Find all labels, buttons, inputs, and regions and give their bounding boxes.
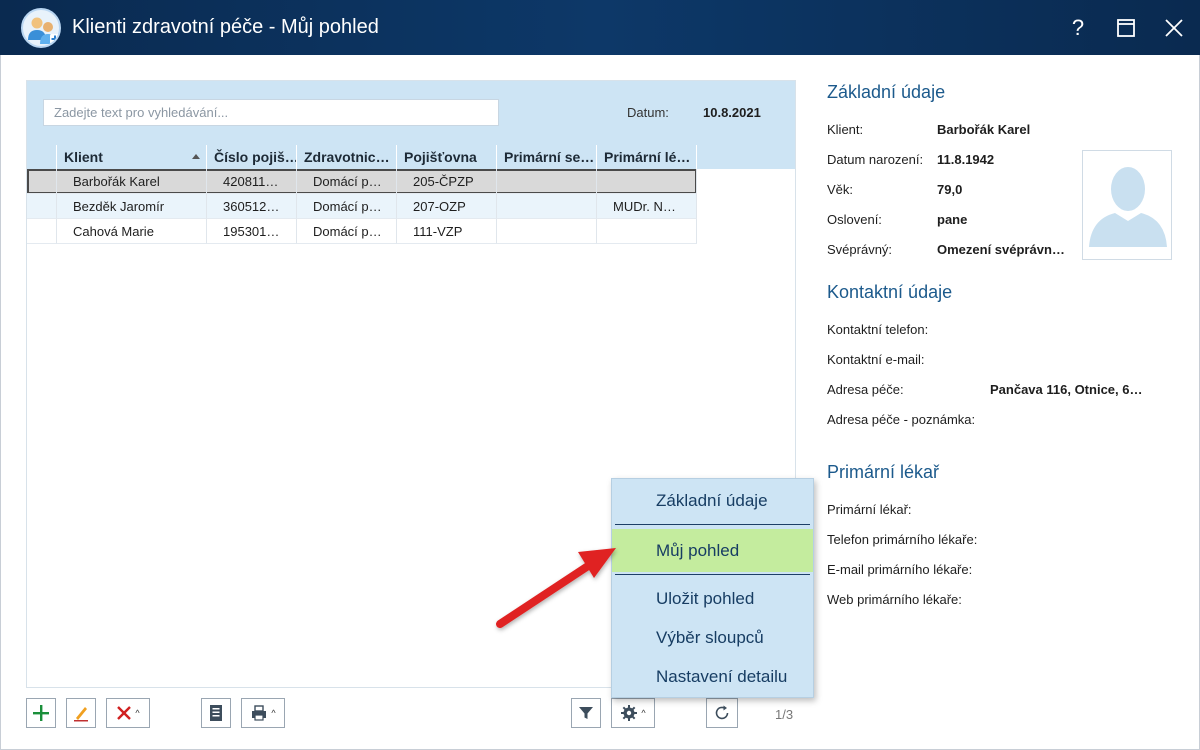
settings-button[interactable]: ^ — [611, 698, 655, 728]
menu-separator — [615, 574, 810, 575]
delete-button[interactable]: ^ — [106, 698, 150, 728]
row-indicator — [27, 194, 57, 219]
detail-value-legal-capacity: Omezení svéprávn… — [937, 242, 1065, 257]
cell-cislo: 420811… — [207, 169, 297, 194]
cell-pojistovna: 205-ČPZP — [397, 169, 497, 194]
grid-filter-bar: Datum: 10.8.2021 — [27, 81, 795, 145]
section-heading-doctor: Primární lékař — [827, 462, 940, 482]
add-button[interactable] — [26, 698, 56, 728]
edit-icon — [74, 707, 88, 722]
column-header-klient[interactable]: Klient — [57, 145, 207, 169]
column-header-cislo[interactable]: Číslo pojiš… — [207, 145, 297, 169]
section-heading-contact: Kontaktní údaje — [827, 282, 953, 302]
annotation-arrow-icon — [496, 548, 616, 628]
table-row[interactable]: Bezděk Jaromír 360512… Domácí p… 207-OZP… — [27, 194, 697, 219]
cell-cislo: 360512… — [207, 194, 297, 219]
cell-primarni-lekar — [597, 219, 697, 244]
filter-icon — [579, 707, 593, 719]
column-header-label: Klient — [64, 149, 103, 165]
cell-zdravotnicke: Domácí p… — [297, 194, 397, 219]
cell-primarni-lekar: MUDr. N… — [597, 194, 697, 219]
detail-value-salutation: pane — [937, 212, 968, 227]
detail-label: Datum narození: — [827, 152, 924, 167]
column-header-zdravotnicke[interactable]: Zdravotnic… — [297, 145, 397, 169]
menu-separator — [615, 524, 810, 525]
column-header-primarni-sestra[interactable]: Primární se… — [497, 145, 597, 169]
row-indicator-header — [27, 145, 57, 169]
cell-primarni-lekar — [597, 169, 697, 194]
section-heading-basic: Základní údaje — [827, 82, 946, 102]
maximize-button[interactable] — [1110, 12, 1142, 44]
help-button[interactable]: ? — [1062, 12, 1094, 44]
document-icon — [210, 705, 222, 721]
search-input[interactable] — [43, 99, 499, 126]
detail-value-age: 79,0 — [937, 182, 963, 197]
table-row[interactable]: Cahová Marie 195301… Domácí p… 111-VZP — [27, 219, 697, 244]
document-button[interactable] — [201, 698, 231, 728]
client-photo-placeholder — [1082, 150, 1172, 260]
detail-label: Oslovení: — [827, 212, 882, 227]
row-indicator — [27, 219, 57, 244]
detail-value-birthdate: 11.8.1942 — [937, 152, 995, 167]
menu-item-zakladni-udaje[interactable]: Základní údaje — [612, 479, 813, 523]
detail-value-care-address: Pančava 116, Otnice, 6… — [990, 382, 1143, 397]
detail-label: Kontaktní e-mail: — [827, 352, 925, 367]
close-icon — [1165, 19, 1183, 37]
detail-label: Adresa péče - poznámka: — [827, 412, 976, 427]
app-clients-icon — [21, 8, 61, 48]
table-row[interactable]: Barbořák Karel 420811… Domácí p… 205-ČPZ… — [27, 169, 697, 194]
view-settings-menu: Základní údaje Můj pohled Uložit pohled … — [611, 478, 814, 698]
date-label: Datum: — [627, 105, 669, 120]
menu-item-muj-pohled[interactable]: Můj pohled — [612, 529, 813, 572]
detail-label: Web primárního lékaře: — [827, 592, 962, 607]
cell-primarni-sestra — [497, 194, 597, 219]
gear-icon — [621, 705, 638, 721]
detail-label: Klient: — [827, 122, 864, 137]
table-header: Klient Číslo pojiš… Zdravotnic… Pojišťov… — [27, 145, 795, 169]
sort-ascending-icon — [192, 154, 200, 159]
menu-item-ulozit-pohled[interactable]: Uložit pohled — [612, 579, 813, 619]
edit-button[interactable] — [66, 698, 96, 728]
filter-button[interactable] — [571, 698, 601, 728]
window-title: Klienti zdravotní péče - Můj pohled — [72, 16, 379, 38]
cell-klient: Bezděk Jaromír — [57, 194, 207, 219]
cell-cislo: 195301… — [207, 219, 297, 244]
title-bar: Klienti zdravotní péče - Můj pohled ? — [0, 0, 1200, 55]
cell-pojistovna: 111-VZP — [397, 219, 497, 244]
close-button[interactable] — [1158, 12, 1190, 44]
print-icon — [252, 705, 267, 721]
detail-label: Svéprávný: — [827, 242, 893, 257]
person-silhouette-icon — [1089, 167, 1167, 247]
detail-label: Kontaktní telefon: — [827, 322, 929, 337]
cell-klient: Barbořák Karel — [57, 169, 207, 194]
detail-label: Adresa péče: — [827, 382, 904, 397]
column-header-pojistovna[interactable]: Pojišťovna — [397, 145, 497, 169]
detail-label: Věk: — [827, 182, 854, 197]
maximize-icon — [1117, 19, 1135, 37]
cell-primarni-sestra — [497, 219, 597, 244]
add-icon — [33, 705, 49, 721]
detail-value-client: Barbořák Karel — [937, 122, 1031, 137]
page-counter: 1/3 — [775, 707, 794, 722]
print-button[interactable]: ^ — [241, 698, 285, 728]
detail-label: E-mail primárního lékaře: — [827, 562, 973, 577]
menu-item-nastaveni-detailu[interactable]: Nastavení detailu — [612, 657, 813, 697]
detail-label: Primární lékař: — [827, 502, 912, 517]
date-value: 10.8.2021 — [703, 105, 761, 120]
cell-klient: Cahová Marie — [57, 219, 207, 244]
menu-item-vyber-sloupcu[interactable]: Výběr sloupců — [612, 619, 813, 657]
column-header-primarni-lekar[interactable]: Primární lé… — [597, 145, 697, 169]
caret-up-icon: ^ — [271, 708, 276, 718]
row-indicator — [27, 169, 57, 194]
refresh-button[interactable] — [706, 698, 738, 728]
refresh-icon — [715, 705, 729, 720]
detail-label: Telefon primárního lékaře: — [827, 532, 978, 547]
caret-up-icon: ^ — [135, 708, 140, 718]
cell-zdravotnicke: Domácí p… — [297, 169, 397, 194]
cell-primarni-sestra — [497, 169, 597, 194]
cell-pojistovna: 207-OZP — [397, 194, 497, 219]
cell-zdravotnicke: Domácí p… — [297, 219, 397, 244]
caret-up-icon: ^ — [641, 708, 646, 718]
delete-icon — [117, 706, 132, 720]
